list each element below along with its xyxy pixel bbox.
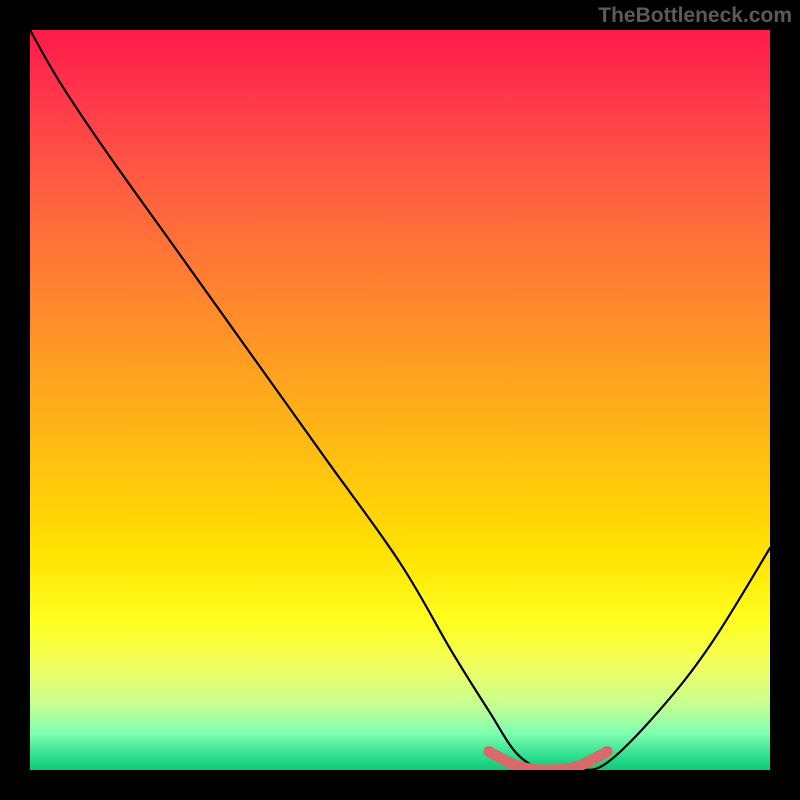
bottleneck-curve-path [30, 30, 770, 770]
curve-svg [30, 30, 770, 770]
highlight-segment-path [489, 752, 607, 771]
chart-container: TheBottleneck.com [0, 0, 800, 800]
plot-area [30, 30, 770, 770]
attribution-text: TheBottleneck.com [598, 4, 792, 28]
